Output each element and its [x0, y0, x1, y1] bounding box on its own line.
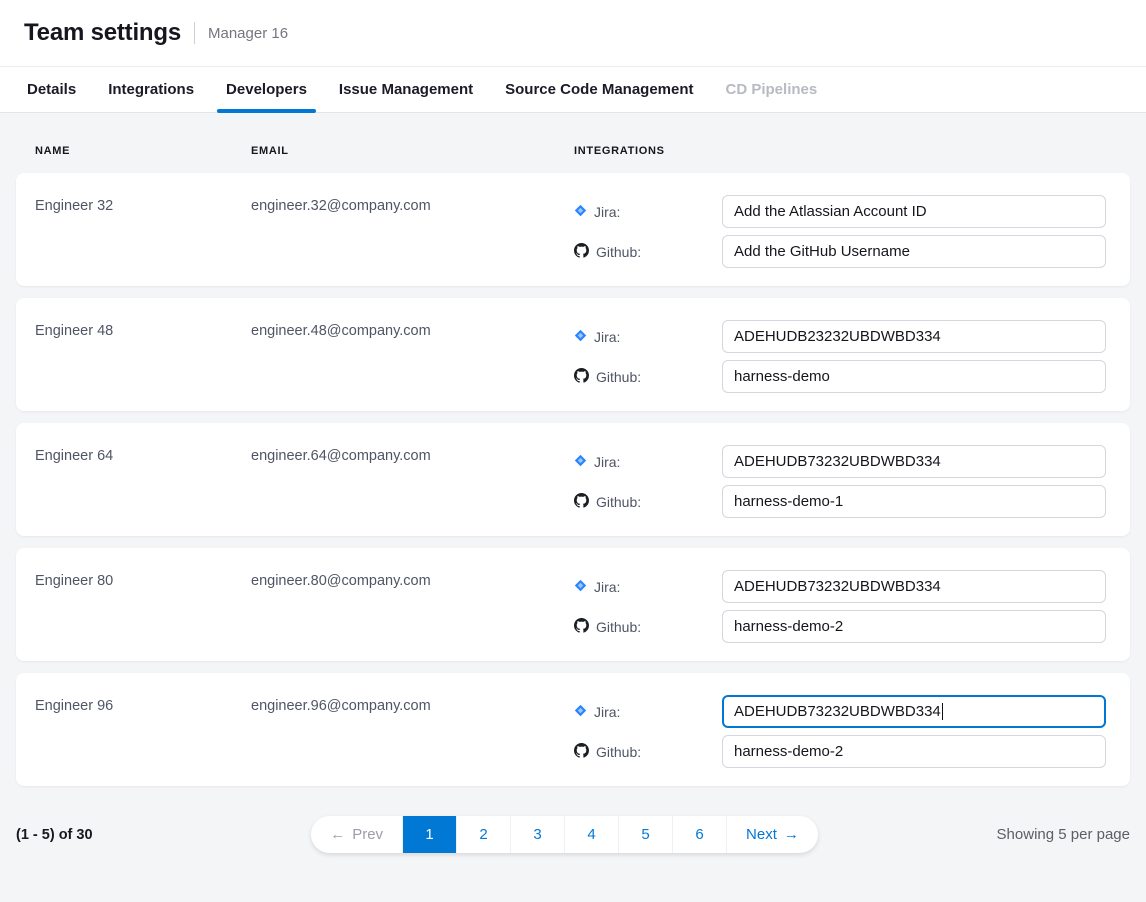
jira-account-id-input[interactable]	[722, 320, 1106, 353]
developer-name: Engineer 48	[35, 320, 251, 411]
developer-name: Engineer 80	[35, 570, 251, 661]
tab-source-code-management[interactable]: Source Code Management	[502, 67, 696, 112]
github-username-input[interactable]	[722, 485, 1106, 518]
developer-row: Engineer 96 engineer.96@company.com Jira…	[16, 673, 1130, 786]
left-arrow-icon: ←	[330, 826, 345, 843]
developer-row: Engineer 64 engineer.64@company.com Jira…	[16, 423, 1130, 536]
developer-email: engineer.32@company.com	[251, 195, 574, 286]
jira-account-id-input[interactable]	[722, 445, 1106, 478]
developers-panel: NAME EMAIL INTEGRATIONS Engineer 32 engi…	[0, 113, 1146, 902]
tab-issue-management[interactable]: Issue Management	[336, 67, 476, 112]
team-settings-page: Team settings Manager 16 Details Integra…	[0, 0, 1146, 902]
next-page-button[interactable]: Next →	[726, 816, 818, 853]
github-label: Github:	[574, 243, 722, 261]
jira-account-id-input-focused[interactable]: ADEHUDB73232UBDWBD334	[722, 695, 1106, 728]
github-icon	[574, 243, 589, 261]
table-header: NAME EMAIL INTEGRATIONS	[16, 129, 1130, 173]
jira-integration-row: Jira: ADEHUDB73232UBDWBD334	[574, 695, 1106, 728]
jira-icon	[574, 204, 587, 220]
column-header-integrations: INTEGRATIONS	[574, 145, 1106, 157]
github-username-input[interactable]	[722, 610, 1106, 643]
tab-integrations[interactable]: Integrations	[105, 67, 197, 112]
developer-name: Engineer 32	[35, 195, 251, 286]
right-arrow-icon: →	[784, 826, 799, 843]
github-integration-row: Github:	[574, 735, 1106, 768]
jira-label: Jira:	[574, 204, 722, 220]
developer-email: engineer.48@company.com	[251, 320, 574, 411]
title-divider	[194, 22, 195, 44]
pagination-range: (1 - 5) of 30	[16, 827, 93, 843]
github-label: Github:	[574, 493, 722, 511]
integrations-cell: Jira: Github:	[574, 445, 1106, 536]
jira-label: Jira:	[574, 579, 722, 595]
github-label: Github:	[574, 368, 722, 386]
tab-cd-pipelines: CD Pipelines	[723, 67, 821, 112]
pagination-bar: (1 - 5) of 30 ← Prev 1 2 3 4 5 6 Next → …	[16, 816, 1130, 853]
github-label: Github:	[574, 618, 722, 636]
github-icon	[574, 743, 589, 761]
developer-email: engineer.96@company.com	[251, 695, 574, 786]
developer-name: Engineer 64	[35, 445, 251, 536]
page-button-1[interactable]: 1	[402, 816, 456, 853]
github-integration-row: Github:	[574, 360, 1106, 393]
page-button-4[interactable]: 4	[564, 816, 618, 853]
github-integration-row: Github:	[574, 610, 1106, 643]
tab-details[interactable]: Details	[24, 67, 79, 112]
integrations-cell: Jira: ADEHUDB73232UBDWBD334 Github:	[574, 695, 1106, 786]
integrations-cell: Jira: Github:	[574, 570, 1106, 661]
pagination-control: ← Prev 1 2 3 4 5 6 Next →	[311, 816, 818, 853]
github-icon	[574, 618, 589, 636]
jira-icon	[574, 329, 587, 345]
page-button-6[interactable]: 6	[672, 816, 726, 853]
developer-email: engineer.64@company.com	[251, 445, 574, 536]
github-integration-row: Github:	[574, 235, 1106, 268]
jira-account-id-input[interactable]	[722, 570, 1106, 603]
github-icon	[574, 493, 589, 511]
github-integration-row: Github:	[574, 485, 1106, 518]
github-username-input[interactable]	[722, 235, 1106, 268]
integrations-cell: Jira: Github:	[574, 195, 1106, 286]
column-header-name: NAME	[35, 145, 251, 157]
github-label: Github:	[574, 743, 722, 761]
prev-page-button[interactable]: ← Prev	[311, 816, 402, 853]
jira-icon	[574, 579, 587, 595]
next-label: Next	[746, 826, 777, 843]
per-page-text: Showing 5 per page	[997, 826, 1130, 843]
page-subtitle: Manager 16	[208, 25, 288, 42]
jira-label: Jira:	[574, 329, 722, 345]
developer-name: Engineer 96	[35, 695, 251, 786]
developer-row: Engineer 48 engineer.48@company.com Jira…	[16, 298, 1130, 411]
jira-integration-row: Jira:	[574, 445, 1106, 478]
jira-label: Jira:	[574, 704, 722, 720]
jira-icon	[574, 454, 587, 470]
text-cursor	[942, 703, 944, 720]
jira-integration-row: Jira:	[574, 320, 1106, 353]
jira-integration-row: Jira:	[574, 570, 1106, 603]
prev-label: Prev	[352, 826, 383, 843]
developer-row: Engineer 80 engineer.80@company.com Jira…	[16, 548, 1130, 661]
tab-developers[interactable]: Developers	[223, 67, 310, 112]
page-button-5[interactable]: 5	[618, 816, 672, 853]
github-username-input[interactable]	[722, 735, 1106, 768]
jira-icon	[574, 704, 587, 720]
page-header: Team settings Manager 16	[0, 0, 1146, 66]
jira-integration-row: Jira:	[574, 195, 1106, 228]
developer-email: engineer.80@company.com	[251, 570, 574, 661]
github-username-input[interactable]	[722, 360, 1106, 393]
developer-row: Engineer 32 engineer.32@company.com Jira…	[16, 173, 1130, 286]
github-icon	[574, 368, 589, 386]
column-header-email: EMAIL	[251, 145, 574, 157]
jira-account-id-input[interactable]	[722, 195, 1106, 228]
page-title: Team settings	[24, 19, 181, 47]
jira-label: Jira:	[574, 454, 722, 470]
tab-bar: Details Integrations Developers Issue Ma…	[0, 66, 1146, 113]
integrations-cell: Jira: Github:	[574, 320, 1106, 411]
page-button-2[interactable]: 2	[456, 816, 510, 853]
page-button-3[interactable]: 3	[510, 816, 564, 853]
